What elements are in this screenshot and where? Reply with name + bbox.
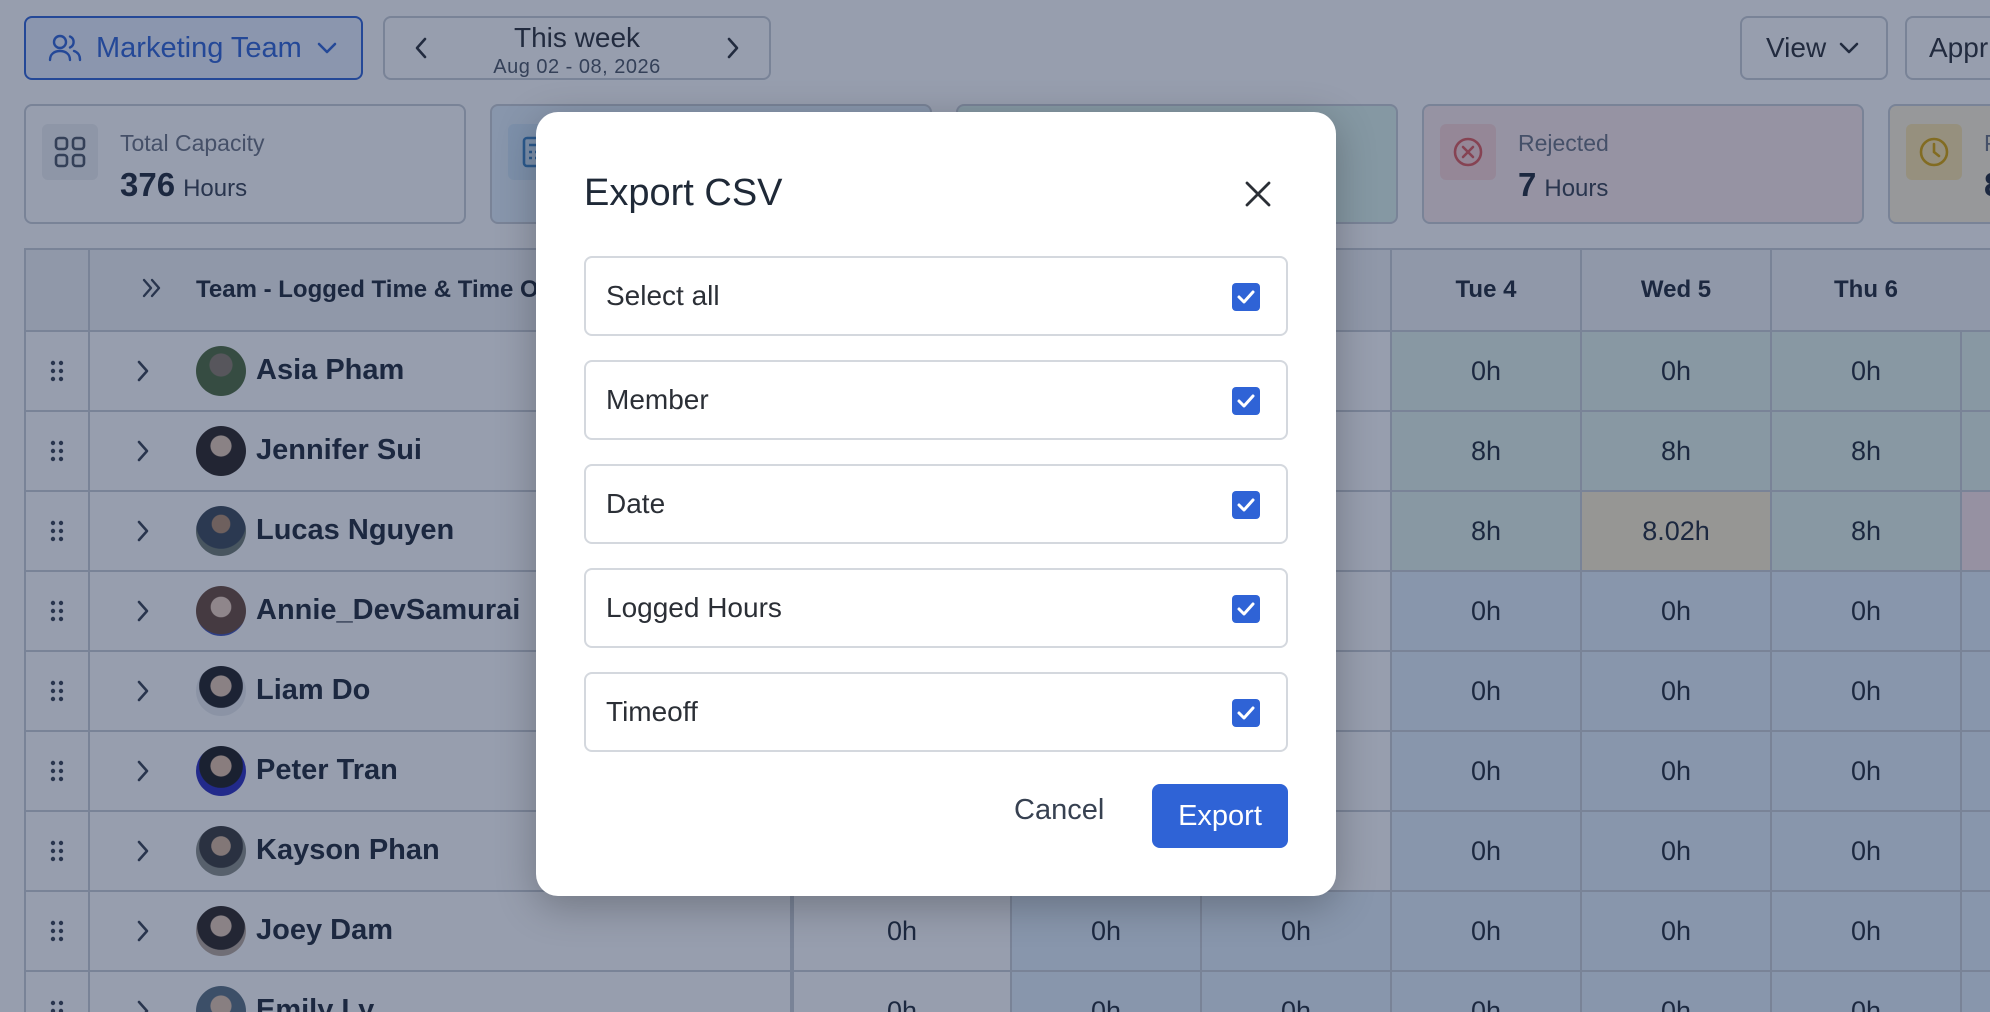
close-button[interactable] — [1236, 172, 1280, 216]
checkbox[interactable] — [1232, 387, 1260, 415]
export-csv-dialog: Export CSV Select all Member Date Logged… — [536, 112, 1336, 896]
checkbox[interactable] — [1232, 595, 1260, 623]
export-button[interactable]: Export — [1152, 784, 1288, 848]
option-label: Select all — [606, 280, 720, 311]
option-label: Timeoff — [606, 696, 698, 727]
option-label: Date — [606, 488, 666, 519]
check-icon — [1237, 290, 1255, 304]
option-label: Logged Hours — [606, 592, 782, 623]
option-select-all[interactable]: Select all — [584, 256, 1288, 336]
check-icon — [1237, 394, 1255, 408]
cancel-button[interactable]: Cancel — [1014, 786, 1104, 834]
checkbox[interactable] — [1232, 283, 1260, 311]
option-label: Member — [606, 384, 709, 415]
dialog-title: Export CSV — [584, 172, 783, 214]
option-date[interactable]: Date — [584, 464, 1288, 544]
checkbox[interactable] — [1232, 491, 1260, 519]
close-icon — [1245, 181, 1271, 207]
option-member[interactable]: Member — [584, 360, 1288, 440]
checkbox[interactable] — [1232, 699, 1260, 727]
option-logged-hours[interactable]: Logged Hours — [584, 568, 1288, 648]
option-timeoff[interactable]: Timeoff — [584, 672, 1288, 752]
check-icon — [1237, 706, 1255, 720]
check-icon — [1237, 602, 1255, 616]
check-icon — [1237, 498, 1255, 512]
